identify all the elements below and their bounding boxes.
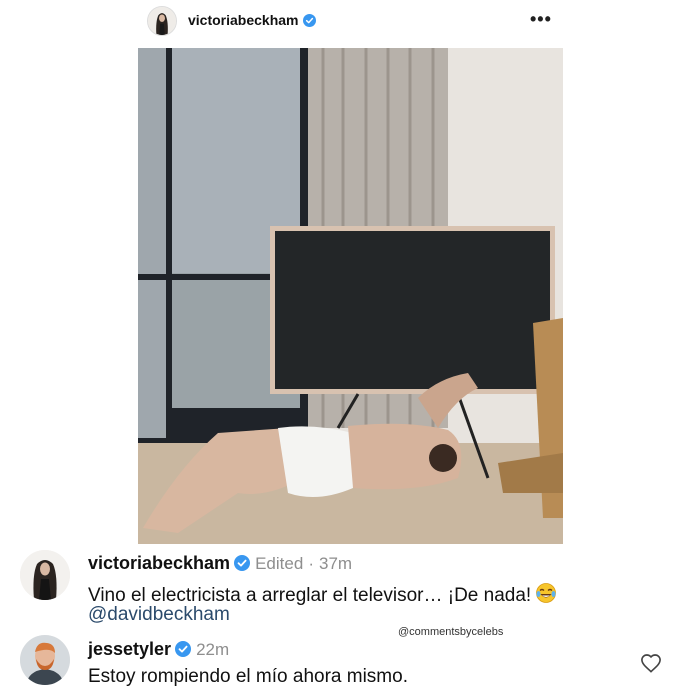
mention-link[interactable]: @davidbeckham bbox=[88, 604, 230, 626]
comment-meta: jessetyler 22m bbox=[88, 639, 229, 660]
comment-username[interactable]: jessetyler bbox=[88, 639, 171, 659]
verified-badge-icon bbox=[175, 641, 192, 657]
comment-text: Estoy rompiendo el mío ahora mismo. bbox=[88, 666, 408, 687]
comment-meta: victoriabeckham Edited · 37m bbox=[88, 553, 352, 574]
username[interactable]: victoriabeckham bbox=[188, 12, 299, 28]
comment-time: 37m bbox=[319, 554, 353, 573]
header-username-row: victoriabeckham bbox=[188, 12, 316, 28]
avatar[interactable] bbox=[20, 550, 70, 600]
profile-photo-icon bbox=[148, 7, 176, 35]
comment-text: Vino el electricista a arreglar el telev… bbox=[88, 585, 532, 606]
edited-label: Edited bbox=[255, 554, 304, 573]
post-header: victoriabeckham ••• bbox=[0, 0, 700, 44]
comment-item: victoriabeckham Edited · 37m Vino el ele… bbox=[0, 548, 700, 628]
like-heart-icon[interactable] bbox=[640, 653, 662, 673]
more-options-button[interactable]: ••• bbox=[530, 10, 552, 28]
photo-placeholder-icon bbox=[138, 48, 563, 544]
profile-photo-icon bbox=[20, 635, 70, 685]
verified-badge-icon bbox=[302, 14, 316, 27]
avatar[interactable] bbox=[20, 635, 70, 685]
comment-time: 22m bbox=[196, 640, 230, 659]
comment-item: jessetyler 22m Estoy rompiendo el mío ah… bbox=[0, 634, 700, 694]
comment-username[interactable]: victoriabeckham bbox=[88, 553, 230, 573]
post-image[interactable] bbox=[138, 48, 563, 544]
verified-badge-icon bbox=[234, 555, 251, 571]
meta-separator: · bbox=[308, 554, 314, 573]
laughing-tears-emoji-icon bbox=[536, 583, 557, 603]
profile-photo-icon bbox=[20, 550, 70, 600]
avatar[interactable] bbox=[147, 6, 177, 36]
